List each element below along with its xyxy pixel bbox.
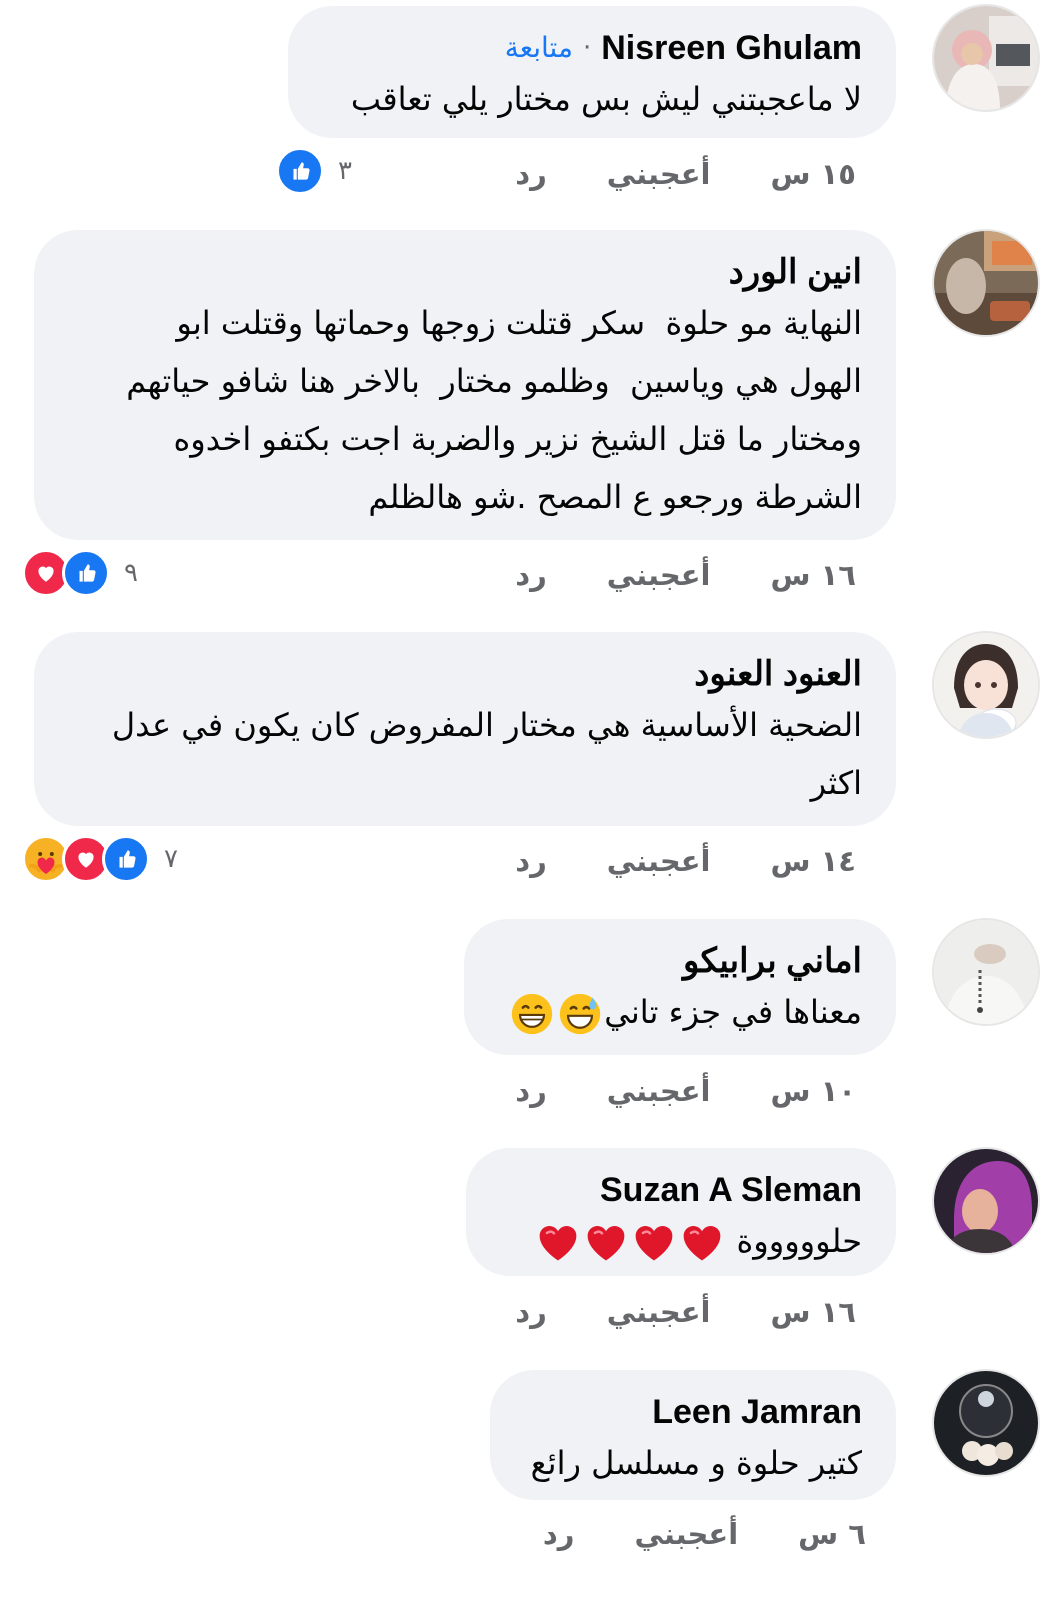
avatar[interactable] — [932, 1147, 1040, 1255]
comment-time: ١٤ س — [770, 844, 856, 878]
comment-time: ١٠ س — [770, 1074, 856, 1108]
grin-emoji — [510, 992, 554, 1036]
like-icon — [102, 835, 150, 883]
comment-text: معناها في جزء تاني — [498, 983, 862, 1041]
comment-time: ١٦ س — [770, 1295, 856, 1329]
comment-actions: ١٤ س أعجبني رد — [515, 841, 856, 881]
comment-text: كتير حلوة و مسلسل رائع — [530, 1444, 862, 1482]
avatar[interactable] — [932, 1369, 1040, 1477]
like-button[interactable]: أعجبني — [607, 154, 711, 194]
heart-emoji — [632, 1221, 676, 1265]
like-button[interactable]: أعجبني — [607, 1292, 711, 1332]
reaction-count: ٣ — [338, 156, 352, 186]
like-icon — [276, 147, 324, 195]
comment-bubble: Leen Jamran كتير حلوة و مسلسل رائع — [490, 1370, 896, 1500]
comment-time: ١٥ س — [770, 157, 856, 191]
author-row: اماني برابيكو — [498, 939, 862, 983]
reply-button[interactable]: رد — [515, 1292, 547, 1332]
reaction-count: ٩ — [124, 558, 138, 588]
like-button[interactable]: أعجبني — [607, 841, 711, 881]
comment-actions: ١٦ س أعجبني رد — [515, 1292, 856, 1332]
comment-bubble: العنود العنود الضحية الأساسية هي مختار ا… — [34, 632, 896, 826]
author-row: انين الورد — [68, 250, 862, 294]
heart-emoji — [680, 1221, 724, 1265]
reply-button[interactable]: رد — [515, 841, 547, 881]
author-row: العنود العنود — [68, 652, 862, 696]
reply-button[interactable]: رد — [515, 154, 547, 194]
comment-text-body: حلوووووة — [736, 1222, 862, 1260]
comment-actions: ١٥ س أعجبني رد — [515, 154, 856, 194]
reaction-summary[interactable]: ٧ — [22, 835, 178, 883]
heart-emoji — [584, 1221, 628, 1265]
author-row: Suzan A Sleman — [500, 1168, 862, 1212]
comment-time: ١٦ س — [770, 558, 856, 592]
comment-text-body: معناها في جزء تاني — [604, 993, 862, 1031]
like-button[interactable]: أعجبني — [607, 555, 711, 595]
comment-actions: ١٦ س أعجبني رد — [515, 555, 856, 595]
reaction-summary[interactable]: ٩ — [22, 549, 138, 597]
reaction-summary[interactable]: ٣ — [276, 147, 352, 195]
avatar[interactable] — [932, 631, 1040, 739]
separator-dot: · — [582, 33, 592, 63]
like-button[interactable]: أعجبني — [635, 1514, 739, 1554]
author-name[interactable]: Nisreen Ghulam — [601, 26, 862, 70]
comment-text: حلوووووة — [500, 1212, 862, 1270]
comment-text: النهاية مو حلوة سكر قتلت زوجها وحماتها و… — [126, 304, 862, 516]
comment-time: ٦ س — [798, 1517, 866, 1551]
author-row: Nisreen Ghulam · متابعة — [322, 26, 862, 70]
reply-button[interactable]: رد — [515, 555, 547, 595]
reply-button[interactable]: رد — [543, 1514, 575, 1554]
avatar[interactable] — [932, 229, 1040, 337]
author-name[interactable]: العنود العنود — [694, 652, 862, 696]
comment-text: الضحية الأساسية هي مختار المفروض كان يكو… — [111, 706, 862, 802]
like-icon — [62, 549, 110, 597]
comment-text: لا ماعجبتني ليش بس مختار يلي تعاقب — [350, 80, 862, 118]
comment-bubble: Nisreen Ghulam · متابعة لا ماعجبتني ليش … — [288, 6, 896, 138]
heart-emoji — [536, 1221, 580, 1265]
like-button[interactable]: أعجبني — [607, 1071, 711, 1111]
author-name[interactable]: اماني برابيكو — [683, 939, 862, 983]
author-name[interactable]: Leen Jamran — [652, 1390, 862, 1434]
avatar[interactable] — [932, 4, 1040, 112]
author-name[interactable]: Suzan A Sleman — [600, 1168, 862, 1212]
sweat-smile-emoji — [558, 992, 602, 1036]
reaction-count: ٧ — [164, 844, 178, 874]
comment-actions: ١٠ س أعجبني رد — [515, 1071, 856, 1111]
comment-bubble: انين الورد النهاية مو حلوة سكر قتلت زوجه… — [34, 230, 896, 540]
comment-actions: ٦ س أعجبني رد — [543, 1514, 866, 1554]
comment-bubble: Suzan A Sleman حلوووووة — [466, 1148, 896, 1276]
avatar[interactable] — [932, 918, 1040, 1026]
follow-link[interactable]: متابعة — [505, 26, 573, 70]
comment-bubble: اماني برابيكو معناها في جزء تاني — [464, 919, 896, 1055]
author-row: Leen Jamran — [524, 1390, 862, 1434]
author-name[interactable]: انين الورد — [729, 250, 862, 294]
reply-button[interactable]: رد — [515, 1071, 547, 1111]
